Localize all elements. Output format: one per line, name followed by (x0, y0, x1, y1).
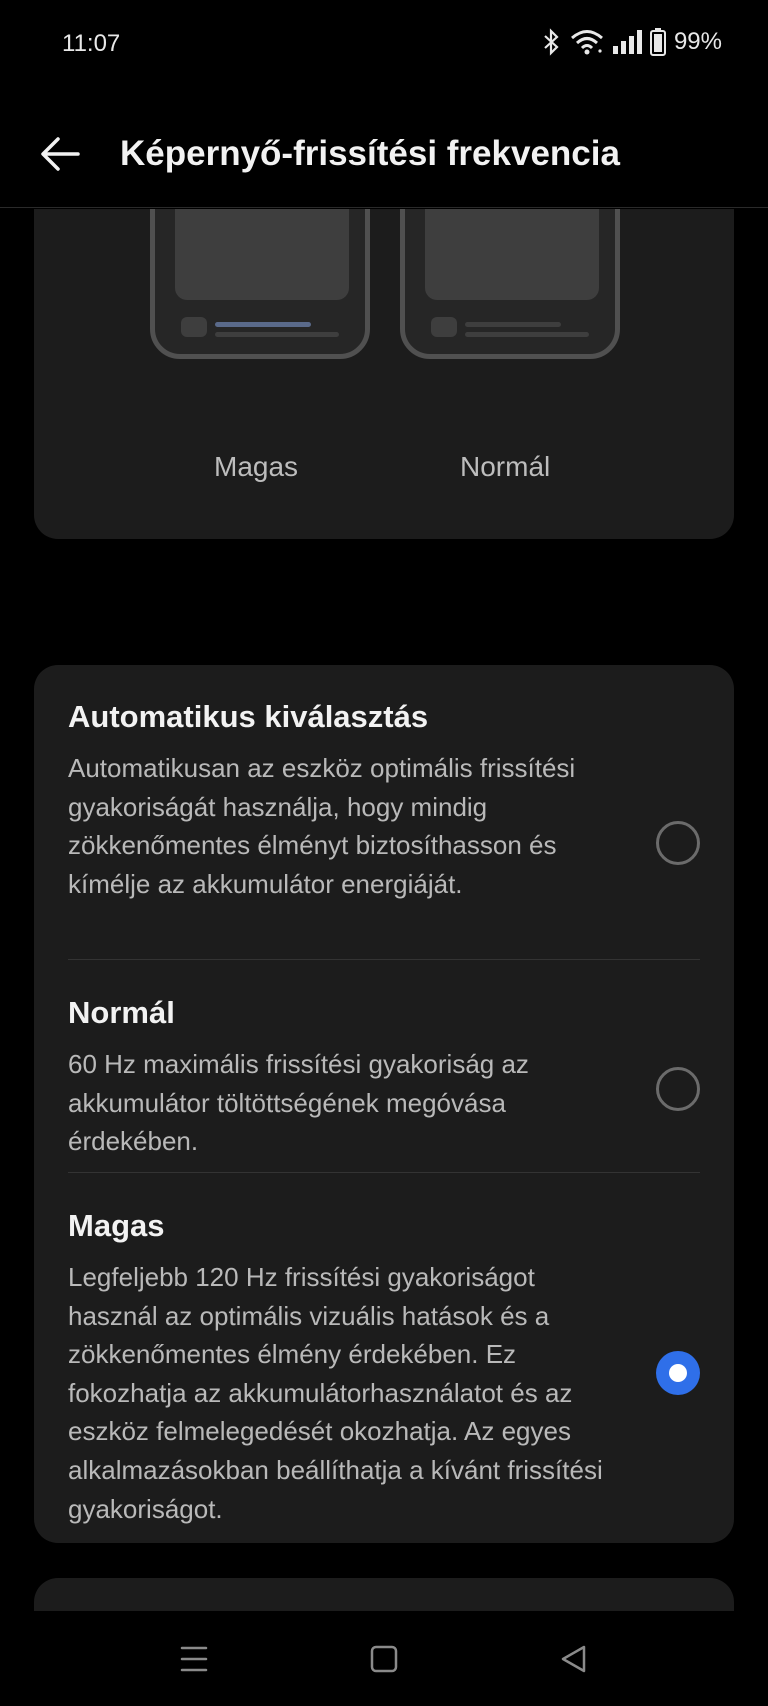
option-normal[interactable]: Normál 60 Hz maximális frissítési gyakor… (68, 995, 700, 1161)
option-high[interactable]: Magas Legfeljebb 120 Hz frissítési gyako… (68, 1208, 700, 1528)
system-navigation-bar (0, 1611, 768, 1706)
status-time: 11:07 (62, 30, 121, 57)
status-icons: 99% (542, 28, 722, 56)
preview-phone-high (150, 209, 370, 359)
preview-label-high: Magas (214, 451, 299, 482)
option-high-description: Legfeljebb 120 Hz frissítési gyakoriságo… (68, 1262, 603, 1524)
next-settings-card (34, 1578, 734, 1611)
menu-icon[interactable] (174, 1639, 214, 1679)
battery-percent: 99% (673, 28, 722, 55)
back-triangle-icon[interactable] (554, 1639, 594, 1679)
divider (68, 1172, 700, 1173)
option-normal-title: Normál (68, 995, 175, 1030)
divider (68, 959, 700, 960)
status-bar: 11:07 99% (0, 0, 768, 90)
signal-icon (612, 30, 642, 54)
option-auto[interactable]: Automatikus kiválasztás Automatikusan az… (68, 699, 700, 903)
bluetooth-icon (544, 28, 559, 56)
app-bar: Képernyő-frissítési frekvencia (0, 90, 768, 208)
option-high-title: Magas (68, 1208, 165, 1243)
option-high-radio-selected[interactable] (656, 1351, 700, 1395)
option-normal-radio[interactable] (656, 1067, 700, 1111)
option-auto-title: Automatikus kiválasztás (68, 699, 429, 734)
wifi-icon (570, 30, 603, 55)
option-auto-radio[interactable] (656, 821, 700, 865)
preview-label-normal: Normál (460, 451, 551, 482)
back-arrow-icon[interactable] (36, 130, 84, 178)
preview-phone-normal (400, 209, 620, 359)
option-auto-description: Automatikusan az eszköz optimális frissí… (68, 753, 576, 899)
page-title: Képernyő-frissítési frekvencia (120, 134, 620, 173)
refresh-rate-preview-card: Magas Normál (34, 209, 734, 539)
content-scroll-area[interactable]: Magas Normál Automatikus kiválasztás Aut… (0, 209, 768, 1611)
home-icon[interactable] (364, 1639, 404, 1679)
refresh-rate-options-card: Automatikus kiválasztás Automatikusan az… (34, 665, 734, 1543)
battery-icon (649, 28, 666, 56)
option-normal-description: 60 Hz maximális frissítési gyakoriság az… (68, 1049, 529, 1157)
